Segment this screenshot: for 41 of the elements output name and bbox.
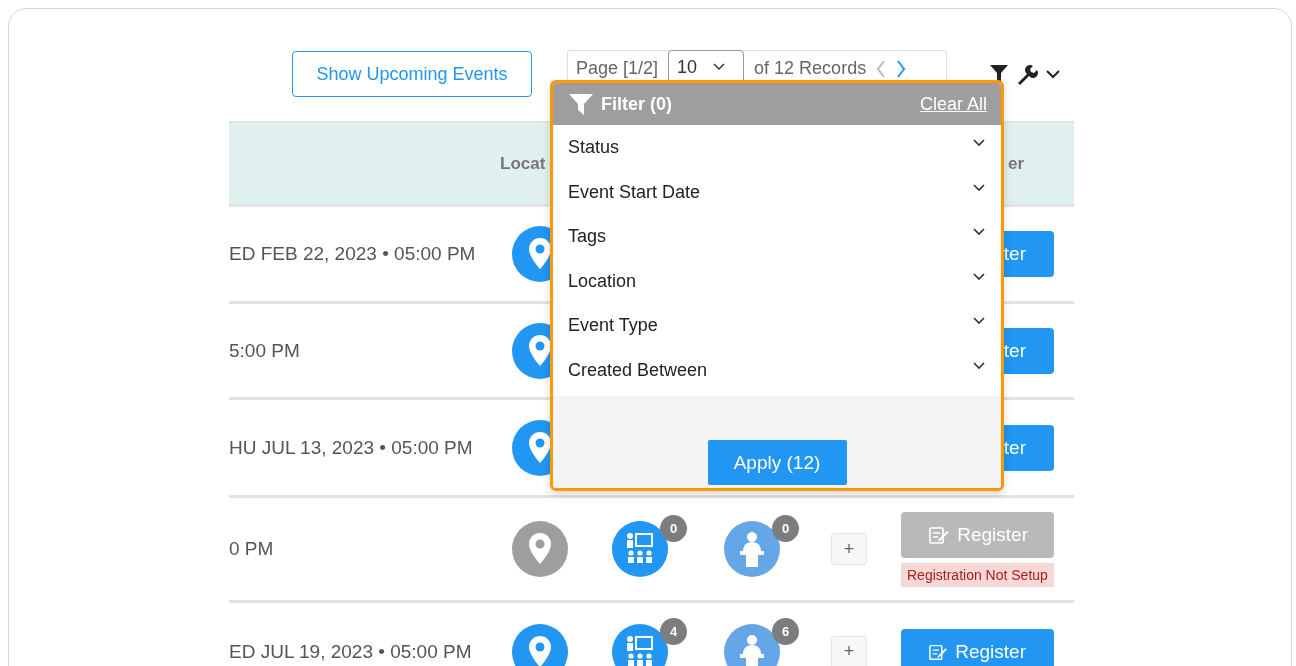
filter-option[interactable]: Created Between	[553, 351, 1001, 396]
chevron-down-icon	[973, 317, 985, 325]
presenter-board-icon[interactable]	[612, 623, 668, 666]
add-button[interactable]: +	[831, 635, 867, 666]
speaker-podium-icon[interactable]	[724, 623, 780, 666]
filter-option[interactable]: Event Type	[553, 307, 1001, 352]
speaker-podium-icon[interactable]	[724, 521, 780, 577]
column-header: Locat	[500, 153, 547, 174]
chevron-down-icon	[973, 361, 985, 370]
chevron-down-icon	[973, 139, 985, 147]
column-header: er	[1006, 153, 1025, 174]
filter-title: Filter (0)	[601, 93, 673, 115]
filter-icon	[569, 92, 593, 116]
chevron-down-icon	[973, 183, 985, 192]
filter-option[interactable]: Status	[553, 129, 1001, 174]
add-button[interactable]: +	[831, 533, 867, 565]
registration-warning: Registration Not Setup	[901, 562, 1054, 587]
event-date: ED FEB 22, 2023 • 05:00 PM	[229, 243, 477, 265]
location-pin-icon[interactable]	[512, 623, 568, 666]
next-page-icon[interactable]	[896, 60, 907, 78]
records-label: of 12 Records	[754, 58, 867, 79]
filter-option[interactable]: Event Start Date	[553, 173, 1001, 218]
filter-option[interactable]: Location	[553, 262, 1001, 307]
chevron-down-icon	[973, 272, 985, 281]
chevron-down-icon[interactable]	[1046, 69, 1060, 79]
count-badge: 0	[660, 515, 687, 542]
edit-icon	[929, 642, 948, 661]
event-date: 5:00 PM	[229, 339, 301, 362]
count-badge: 4	[660, 617, 687, 645]
count-badge: 0	[772, 515, 799, 542]
event-date: HU JUL 13, 2023 • 05:00 PM	[229, 436, 474, 459]
presenter-board-icon[interactable]	[612, 521, 668, 577]
event-date: ED JUL 19, 2023 • 05:00 PM	[229, 640, 473, 663]
chevron-down-icon	[713, 63, 726, 71]
filter-option[interactable]: Tags	[553, 218, 1001, 263]
wrench-icon[interactable]	[1016, 63, 1038, 85]
page-label: Page [1/2]	[576, 58, 659, 79]
edit-icon	[929, 525, 950, 544]
count-badge: 6	[772, 617, 799, 645]
chevron-down-icon	[973, 228, 985, 236]
event-date: 0 PM	[229, 538, 275, 560]
